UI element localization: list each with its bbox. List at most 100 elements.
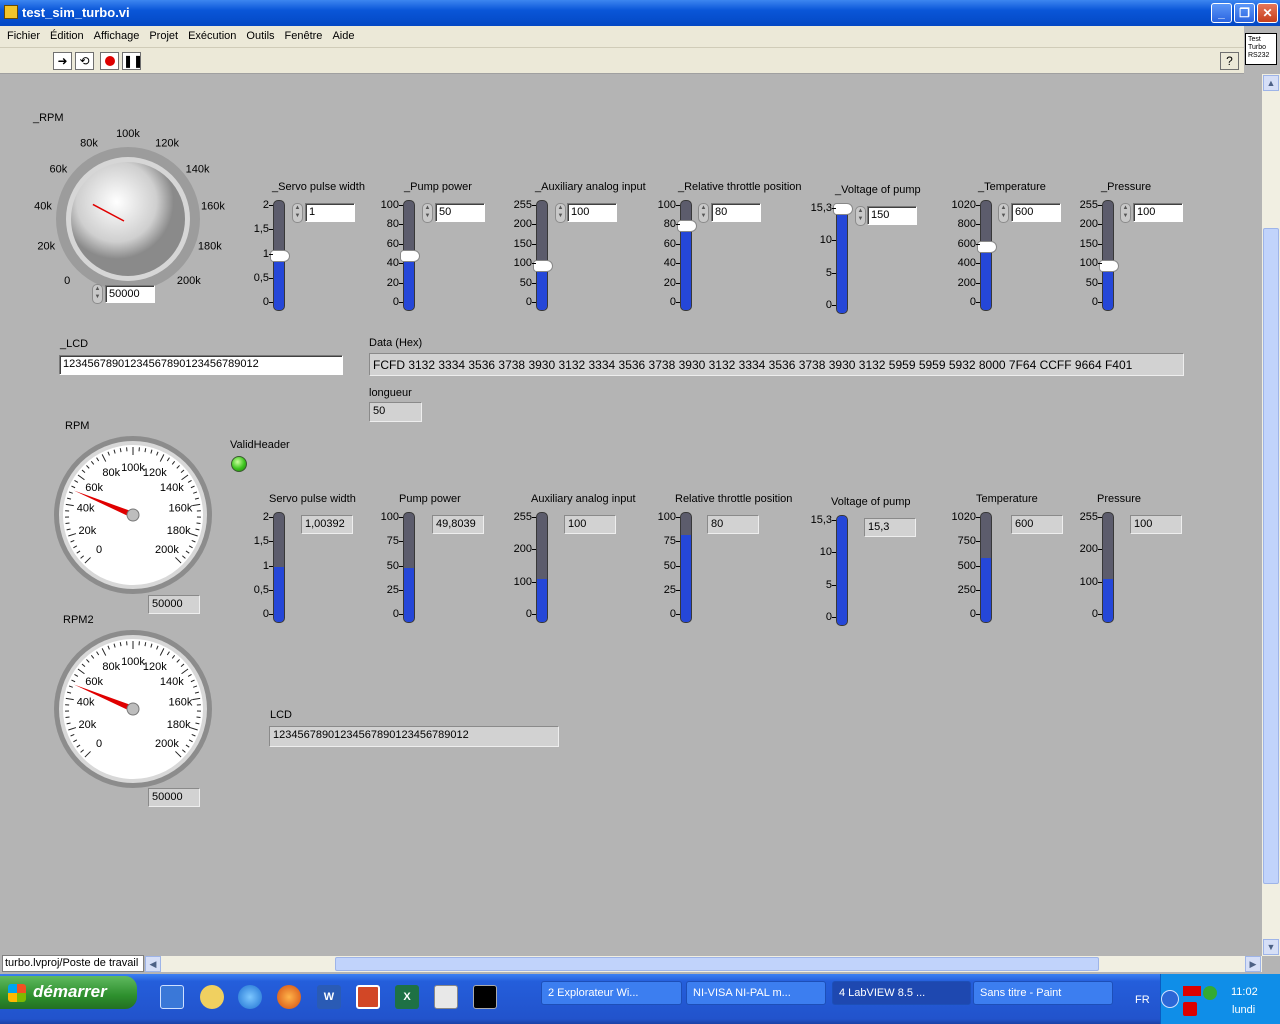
menu-edition[interactable]: Édition [44,26,88,42]
start-button[interactable]: démarrer [0,976,137,1009]
powerpoint-icon[interactable] [356,985,380,1009]
scroll-down-icon[interactable]: ▼ [1263,939,1279,955]
slider-tick-mark [532,302,536,303]
menu-execution[interactable]: Exécution [182,26,240,42]
knob-tick-label: 20k [37,241,55,253]
ni-app-icon[interactable] [473,985,497,1009]
menu-fichier[interactable]: Fichier [0,26,44,42]
excel-icon[interactable]: X [395,985,419,1009]
menu-bar: Fichier Édition Affichage Projet Exécution Ou… [0,26,1244,48]
slider-fill [1103,267,1113,310]
rpm-knob-spinner[interactable]: ▲ ▼ [92,284,103,304]
scroll-left-icon[interactable]: ◀ [145,956,161,972]
lcd-output-value: 12345678901234567890123456789012 [269,726,559,747]
slider-value-field[interactable]: 100 [567,203,617,222]
slider-track[interactable] [980,200,992,311]
network-icon[interactable] [1203,986,1217,1000]
indicator-label: Temperature [976,493,1038,505]
indicator-tick-label: 75 [386,535,399,548]
indicator-fill [537,579,547,622]
lcd-input-field[interactable]: 12345678901234567890123456789012 [59,355,343,375]
tray-expand-icon[interactable] [1161,990,1179,1008]
horizontal-scrollbar[interactable]: ◀ ▶ [145,956,1262,972]
slider-spinner[interactable]: ▲ ▼ [1120,203,1131,223]
task-paint[interactable]: Sans titre - Paint [973,981,1113,1005]
slider-thumb[interactable] [977,240,997,253]
menu-projet[interactable]: Projet [143,26,182,42]
slider-label: _Temperature [978,181,1046,193]
slider-thumb[interactable] [270,249,290,262]
vi-icon[interactable]: Test Turbo RS232 [1245,33,1277,65]
indicator-fill [404,567,414,622]
slider-value-field[interactable]: 50 [435,203,485,222]
window-title: test_sim_turbo.vi [22,5,130,20]
menu-affichage[interactable]: Affichage [88,26,144,42]
slider-value-field[interactable]: 100 [1133,203,1183,222]
gauge-tick-label: 0 [96,738,102,750]
slider-spinner[interactable]: ▲ ▼ [292,203,303,223]
indicator-track [273,512,285,623]
slider-thumb[interactable] [833,203,853,215]
slider-tick-mark [676,282,680,284]
restore-button[interactable]: ❐ [1234,3,1255,23]
slider-spinner[interactable]: ▲ ▼ [998,203,1009,223]
search-icon[interactable] [200,985,224,1009]
slider-spinner[interactable]: ▲ ▼ [422,203,433,223]
slider-thumb[interactable] [1099,260,1119,273]
task-ni-visa[interactable]: NI-VISA NI-PAL m... [686,981,826,1005]
menu-fenetre[interactable]: Fenêtre [279,26,327,42]
slider-thumb[interactable] [533,260,553,273]
language-indicator[interactable]: FR [1135,994,1150,1006]
internet-explorer-icon[interactable] [238,985,262,1009]
slider-track[interactable] [1102,200,1114,311]
slider-tick-mark [269,302,273,303]
menu-outils[interactable]: Outils [240,26,278,42]
slider-tick-label: 15,3 [810,202,832,214]
slider-value-field[interactable]: 1 [305,203,355,222]
labview-app-icon[interactable] [4,5,18,19]
vertical-scrollbar[interactable]: ▲ ▼ [1262,74,1280,956]
horizontal-scroll-thumb[interactable] [335,957,1099,971]
rpm-knob-value[interactable]: 50000 [105,285,155,303]
calculator-icon[interactable] [434,985,458,1009]
slider-spinner[interactable]: ▲ ▼ [855,206,866,226]
slider-tick-label: 80 [663,218,676,231]
task-explorer[interactable]: 2 Explorateur Wi... [541,981,682,1005]
slider-tick-label: 200 [1079,218,1098,231]
desktop-icon[interactable] [160,985,184,1009]
slider-spinner[interactable]: ▲ ▼ [555,203,566,223]
slider-track[interactable] [836,203,848,314]
scroll-up-icon[interactable]: ▲ [1263,75,1279,91]
slider-value-field[interactable]: 150 [867,206,917,225]
menu-aide[interactable]: Aide [326,26,358,42]
slider-value-field[interactable]: 80 [711,203,761,222]
indicator-tick-label: 0 [262,608,269,620]
slider-track[interactable] [536,200,548,311]
task-labview[interactable]: 4 LabVIEW 8.5 ... [832,981,971,1005]
firefox-icon[interactable] [277,985,301,1009]
antivirus-icon[interactable] [1183,1002,1197,1016]
run-arrow-icon[interactable]: ➜ [53,52,72,70]
slider-thumb[interactable] [677,219,697,232]
run-continuously-icon[interactable]: ⟲ [75,52,94,70]
slider-tick-mark [399,224,403,226]
vertical-scroll-thumb[interactable] [1263,228,1279,884]
gauge-tick-label: 140k [160,676,184,688]
close-button[interactable]: ✕ [1257,3,1278,23]
context-help-button[interactable]: ? [1220,52,1239,70]
word-icon[interactable]: W [317,985,341,1009]
pause-icon[interactable]: ❚❚ [122,52,143,70]
slider-tick-mark [399,263,403,265]
slider-value-field[interactable]: 600 [1011,203,1061,222]
slider-tick-label: 0 [1091,296,1098,308]
slider-thumb[interactable] [400,249,420,262]
slider-track[interactable] [680,200,692,311]
scroll-right-icon[interactable]: ▶ [1245,956,1261,972]
slider-spinner[interactable]: ▲ ▼ [698,203,709,223]
rpm-knob[interactable]: 0 20k 40k 60k 80k 100k 120k 140k 160k 180k 200k [20,128,240,303]
abort-icon[interactable] [100,52,119,70]
indicator-tick-mark [399,541,403,543]
minimize-button[interactable]: _ [1211,3,1232,23]
slider-tick-label: 0 [525,296,532,308]
ati-icon[interactable] [1183,986,1201,996]
